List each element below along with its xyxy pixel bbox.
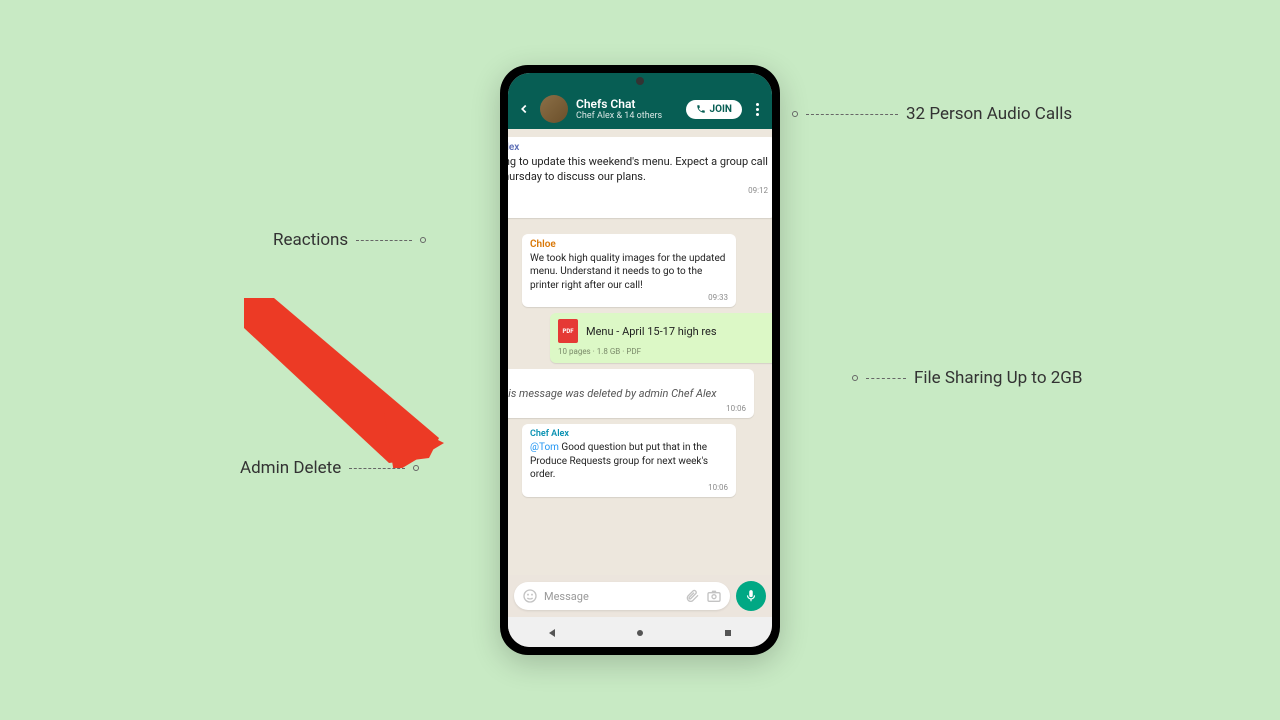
- message-text: @Tom Good question but put that in the P…: [530, 441, 728, 482]
- nav-recent-icon[interactable]: [722, 627, 734, 639]
- emoji-icon[interactable]: [522, 588, 538, 604]
- phone-camera-notch: [636, 77, 644, 85]
- message-bubble[interactable]: Chef Alex @Tom Good question but put tha…: [522, 424, 736, 497]
- sender-name: Tom: [508, 374, 746, 385]
- nav-back-icon[interactable]: [546, 627, 558, 639]
- back-icon[interactable]: [516, 101, 532, 117]
- android-nav-bar: [508, 617, 772, 647]
- callout-label: File Sharing Up to 2GB: [914, 368, 1082, 388]
- join-button[interactable]: JOIN: [686, 100, 742, 119]
- callout-file-sharing: File Sharing Up to 2GB: [852, 368, 1082, 388]
- mic-icon: [744, 589, 758, 603]
- file-name: Menu - April 15-17 high res: [586, 325, 717, 338]
- message-time: 09:12: [508, 186, 768, 195]
- message-time: 09:33: [530, 293, 728, 302]
- attachment-icon[interactable]: [684, 588, 700, 604]
- chat-title: Chefs Chat: [576, 97, 678, 111]
- message-text: Working to update this weekend's menu. E…: [508, 155, 768, 185]
- callout-audio-calls: 32 Person Audio Calls: [792, 104, 1072, 124]
- callout-label: 32 Person Audio Calls: [906, 104, 1072, 124]
- input-bar: Message: [508, 575, 772, 617]
- chat-subtitle: Chef Alex & 14 others: [576, 111, 678, 121]
- message-input[interactable]: Message: [514, 582, 730, 610]
- message-time: 10:06: [508, 404, 746, 413]
- deleted-text: This message was deleted by admin Chef A…: [508, 387, 717, 402]
- more-icon[interactable]: [750, 103, 764, 116]
- callout-label: Admin Delete: [240, 458, 341, 478]
- join-label: JOIN: [710, 104, 732, 115]
- sender-name: Chef Alex: [508, 142, 768, 153]
- sender-name: Chloe: [530, 239, 728, 250]
- mic-button[interactable]: [736, 581, 766, 611]
- red-arrow: [244, 298, 444, 468]
- message-bubble[interactable]: Chloe We took high quality images for th…: [522, 234, 736, 308]
- reactions-bar[interactable]: 👍🙏😀 12: [508, 198, 768, 213]
- chat-body: Chef Alex Working to update this weekend…: [508, 129, 772, 575]
- pdf-icon: PDF: [558, 319, 578, 343]
- camera-icon[interactable]: [706, 588, 722, 604]
- header-text[interactable]: Chefs Chat Chef Alex & 14 others: [576, 97, 678, 121]
- mention[interactable]: @Tom: [530, 442, 559, 453]
- message-time: 10:06: [530, 483, 728, 492]
- callout-label: Reactions: [273, 230, 348, 250]
- nav-home-icon[interactable]: [634, 627, 646, 639]
- callout-reactions: Reactions: [273, 230, 426, 250]
- avatar[interactable]: [540, 95, 568, 123]
- sender-name: Chef Alex: [530, 429, 728, 439]
- deleted-message-bubble[interactable]: Tom This message was deleted by admin Ch…: [508, 369, 754, 418]
- message-bubble[interactable]: Chef Alex Working to update this weekend…: [508, 137, 772, 218]
- callout-admin-delete: Admin Delete: [240, 458, 419, 478]
- file-bubble[interactable]: PDF Menu - April 15-17 high res 10 pages…: [550, 313, 772, 363]
- phone-frame: Chefs Chat Chef Alex & 14 others JOIN Ch…: [500, 65, 780, 655]
- phone-screen: Chefs Chat Chef Alex & 14 others JOIN Ch…: [508, 73, 772, 647]
- message-text: We took high quality images for the upda…: [530, 252, 728, 293]
- phone-icon: [696, 104, 706, 114]
- input-placeholder: Message: [544, 590, 678, 603]
- file-meta: 10 pages · 1.8 GB · PDF: [558, 347, 641, 357]
